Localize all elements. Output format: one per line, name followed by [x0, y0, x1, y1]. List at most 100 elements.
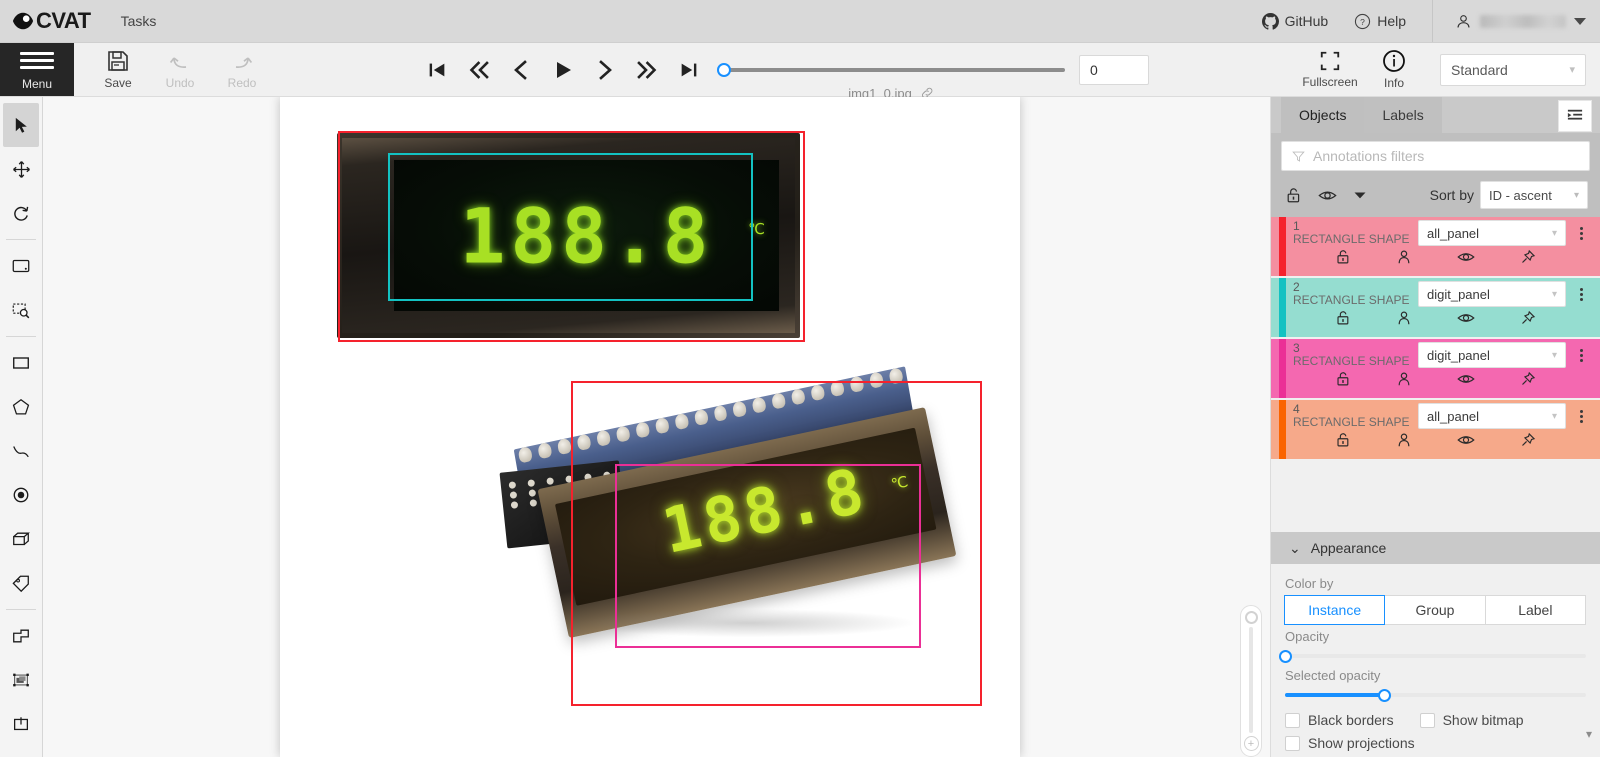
tab-objects[interactable]: Objects — [1281, 97, 1365, 133]
nav-tasks[interactable]: Tasks — [121, 13, 157, 29]
color-by-group[interactable]: Group — [1384, 595, 1486, 625]
occluded-icon[interactable] — [1396, 310, 1412, 331]
opacity-slider[interactable] — [1279, 648, 1586, 664]
opacity-knob[interactable] — [1279, 649, 1292, 663]
hide-icon[interactable] — [1457, 371, 1475, 392]
rotate-tool[interactable] — [3, 191, 39, 235]
object-label-select[interactable]: all_panel ▾ — [1418, 220, 1566, 246]
zoom-slider-track[interactable] — [1249, 627, 1253, 733]
hide-icon[interactable] — [1457, 310, 1475, 331]
annotation-canvas[interactable]: 188.8 ℃ 188.8 ℃ + — [43, 97, 1270, 757]
expand-all-icon[interactable] — [1353, 189, 1367, 201]
app-header: CVAT Tasks GitHub ? Help — [0, 0, 1600, 43]
move-tool[interactable] — [3, 147, 39, 191]
user-menu[interactable] — [1455, 13, 1586, 30]
redo-icon — [235, 57, 253, 68]
pin-icon[interactable] — [1520, 249, 1536, 270]
selected-opacity-slider[interactable] — [1285, 687, 1586, 703]
unlock-icon[interactable] — [1335, 432, 1351, 453]
show-bitmap-checkbox-row[interactable]: Show bitmap — [1419, 712, 1524, 728]
show-projections-checkbox-row[interactable]: Show projections — [1285, 735, 1586, 751]
object-menu-button[interactable] — [1570, 226, 1592, 240]
redo-button[interactable]: Redo — [212, 49, 272, 90]
draw-points-tool[interactable] — [3, 473, 39, 517]
show-projections-checkbox[interactable] — [1285, 735, 1300, 751]
sidebar-collapse-icon[interactable] — [1558, 100, 1592, 132]
draw-tag-tool[interactable] — [3, 561, 39, 605]
pin-icon[interactable] — [1520, 371, 1536, 392]
next-frame-button[interactable] — [591, 56, 619, 84]
cvat-logo[interactable]: CVAT — [12, 8, 91, 34]
object-item-2[interactable]: 2 RECTANGLE SHAPE digit_panel ▾ — [1271, 278, 1600, 337]
show-bitmap-checkbox[interactable] — [1419, 712, 1435, 728]
frame-slider[interactable]: img1_0.jpg — [717, 56, 1065, 101]
object-item-1[interactable]: 1 RECTANGLE SHAPE all_panel ▾ — [1271, 217, 1600, 276]
first-frame-button[interactable] — [423, 56, 451, 84]
split-tool[interactable] — [3, 702, 39, 746]
occluded-icon[interactable] — [1396, 249, 1412, 270]
lcd-unit-2: ℃ — [889, 472, 910, 494]
object-label-value: all_panel — [1427, 225, 1480, 241]
pin-icon[interactable] — [1520, 432, 1536, 453]
object-menu-button[interactable] — [1570, 409, 1592, 423]
object-label-select[interactable]: digit_panel ▾ — [1418, 342, 1566, 368]
workspace-select[interactable]: Standard ▾ — [1440, 53, 1586, 86]
merge-tool[interactable] — [3, 614, 39, 658]
save-button[interactable]: Save — [88, 49, 148, 90]
ai-tools[interactable] — [3, 658, 39, 702]
previous-frame-button[interactable] — [507, 56, 535, 84]
objects-control-row: Sort by ID - ascent ▾ — [1271, 177, 1600, 217]
object-actions — [1271, 249, 1600, 276]
object-menu-button[interactable] — [1570, 348, 1592, 362]
fit-image-tool[interactable] — [3, 244, 39, 288]
undo-button[interactable]: Undo — [150, 49, 210, 90]
appearance-header[interactable]: ⌄ Appearance — [1271, 532, 1600, 564]
black-borders-checkbox-row[interactable]: Black borders — [1285, 712, 1394, 728]
zoom-slider-knob[interactable] — [1244, 611, 1258, 624]
hide-icon[interactable] — [1457, 249, 1475, 270]
occluded-icon[interactable] — [1396, 432, 1412, 453]
frame-number-input[interactable] — [1079, 54, 1149, 85]
hide-icon[interactable] — [1457, 432, 1475, 453]
unlock-icon[interactable] — [1335, 310, 1351, 331]
pin-icon[interactable] — [1520, 310, 1536, 331]
frame-slider-knob[interactable] — [717, 62, 731, 77]
color-by-label-opt[interactable]: Label — [1484, 595, 1586, 625]
unlock-icon[interactable] — [1335, 371, 1351, 392]
black-borders-checkbox[interactable] — [1285, 712, 1300, 728]
object-label-select[interactable]: digit_panel ▾ — [1418, 281, 1566, 307]
draw-cuboid-tool[interactable] — [3, 517, 39, 561]
draw-rectangle-tool[interactable] — [3, 341, 39, 385]
object-item-3[interactable]: 3 RECTANGLE SHAPE digit_panel ▾ — [1271, 339, 1600, 398]
last-frame-button[interactable] — [675, 56, 703, 84]
hide-all-icon[interactable] — [1318, 187, 1337, 204]
object-label-select[interactable]: all_panel ▾ — [1418, 403, 1566, 429]
help-link[interactable]: ? Help — [1354, 13, 1406, 30]
backward-multi-button[interactable] — [465, 56, 493, 84]
menu-button[interactable]: Menu — [0, 43, 74, 96]
zoom-in-icon[interactable]: + — [1243, 736, 1259, 751]
draw-polyline-tool[interactable] — [3, 429, 39, 473]
lock-all-icon[interactable] — [1285, 187, 1302, 204]
tab-labels[interactable]: Labels — [1364, 97, 1442, 133]
selected-opacity-knob[interactable] — [1378, 688, 1392, 702]
opacity-label: Opacity — [1285, 629, 1330, 644]
github-link[interactable]: GitHub — [1261, 12, 1328, 30]
redo-label: Redo — [227, 76, 257, 90]
occluded-icon[interactable] — [1396, 371, 1412, 392]
sort-by-select[interactable]: ID - ascent ▾ — [1480, 181, 1588, 209]
forward-multi-button[interactable] — [633, 56, 661, 84]
fullscreen-button[interactable]: Fullscreen — [1300, 50, 1360, 89]
object-item-4[interactable]: 4 RECTANGLE SHAPE all_panel ▾ — [1271, 400, 1600, 459]
draw-polygon-tool[interactable] — [3, 385, 39, 429]
canvas-zoom-control[interactable]: + — [1240, 605, 1262, 757]
unlock-icon[interactable] — [1335, 249, 1351, 270]
annotations-filter-input[interactable]: Annotations filters — [1281, 141, 1590, 171]
play-button[interactable] — [549, 56, 577, 84]
sidebar-scroll-down-icon[interactable]: ▾ — [1586, 727, 1592, 741]
color-by-instance[interactable]: Instance — [1284, 595, 1386, 625]
cursor-tool[interactable] — [3, 103, 39, 147]
info-button[interactable]: Info — [1364, 49, 1424, 90]
object-menu-button[interactable] — [1570, 287, 1592, 301]
select-region-tool[interactable] — [3, 288, 39, 332]
